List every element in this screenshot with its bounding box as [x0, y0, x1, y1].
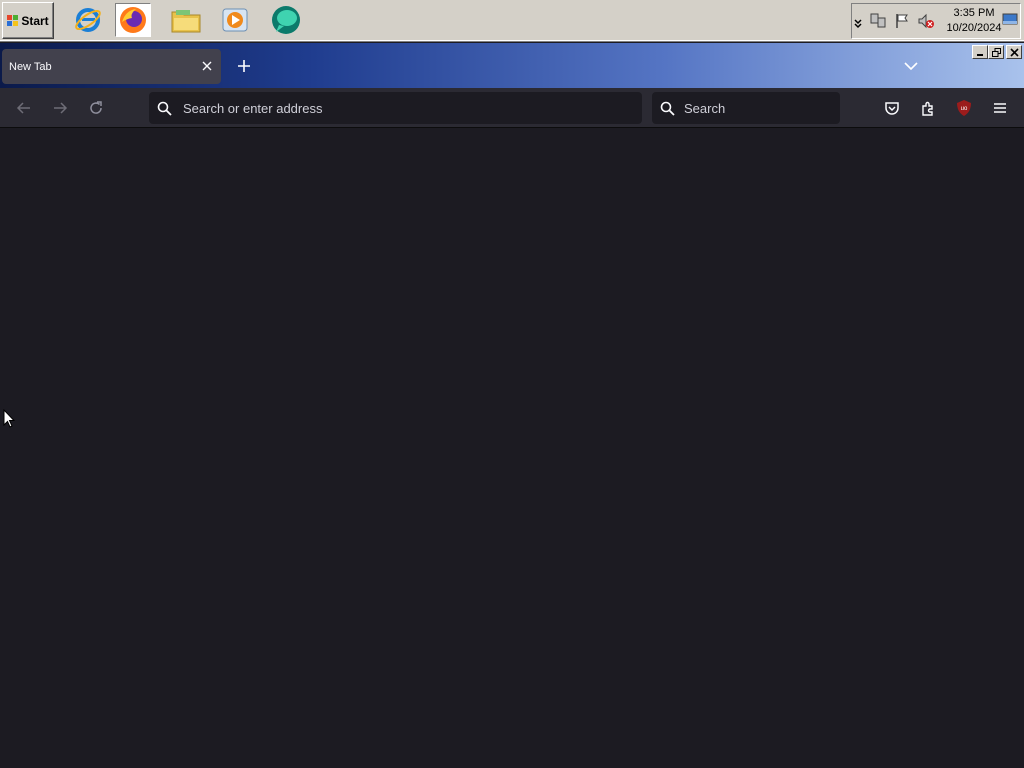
new-tab-button[interactable]	[232, 54, 256, 78]
extensions-button[interactable]	[916, 96, 940, 120]
clock[interactable]: 3:35 PM 10/20/2024	[944, 6, 1004, 36]
restore-button[interactable]	[988, 45, 1004, 59]
chevron-down-icon[interactable]	[854, 16, 862, 34]
chat-app-icon[interactable]	[268, 3, 304, 37]
restore-icon	[991, 47, 1001, 57]
file-explorer-icon[interactable]	[168, 3, 204, 37]
chevron-down-icon	[904, 62, 918, 71]
address-bar[interactable]	[149, 92, 642, 124]
firefox-icon[interactable]	[115, 3, 151, 37]
mouse-cursor-icon	[3, 409, 15, 428]
navigation-toolbar: uo	[0, 88, 1024, 128]
forward-arrow-icon	[54, 102, 68, 114]
show-desktop-icon[interactable]	[1002, 13, 1018, 32]
close-window-button[interactable]	[1006, 45, 1022, 59]
page-content[interactable]	[0, 129, 1024, 768]
list-all-tabs-button[interactable]	[899, 54, 923, 78]
internet-explorer-icon[interactable]	[70, 3, 106, 37]
minimize-icon	[977, 54, 983, 56]
menu-icon	[994, 103, 1006, 113]
start-label: Start	[21, 13, 49, 28]
start-button[interactable]: Start	[2, 2, 54, 39]
tab-new-tab[interactable]: New Tab	[2, 49, 221, 84]
clock-time: 3:35 PM	[953, 7, 995, 19]
pocket-button[interactable]	[880, 96, 904, 120]
tab-label: New Tab	[9, 60, 52, 73]
windows-logo-icon	[7, 14, 19, 27]
plus-icon	[238, 60, 250, 72]
taskbar: Start 3:35 PM 10/20/2024	[0, 0, 1024, 42]
forward-button[interactable]	[48, 96, 72, 120]
search-bar[interactable]	[652, 92, 840, 124]
minimize-button[interactable]	[972, 45, 988, 59]
pocket-icon	[885, 102, 899, 115]
search-icon	[157, 101, 172, 116]
extensions-icon	[922, 101, 933, 116]
media-player-icon[interactable]	[217, 3, 253, 37]
reload-icon	[90, 101, 102, 114]
address-input[interactable]	[181, 99, 601, 117]
back-button[interactable]	[12, 96, 36, 120]
close-tab-icon[interactable]	[199, 58, 215, 74]
back-arrow-icon	[16, 102, 30, 114]
network-icon[interactable]	[870, 13, 886, 34]
ublock-origin-button[interactable]: uo	[952, 96, 976, 120]
reload-button[interactable]	[84, 96, 108, 120]
ublock-origin-icon: uo	[957, 100, 971, 116]
volume-muted-icon[interactable]	[918, 13, 934, 34]
close-icon	[1009, 47, 1019, 57]
search-input[interactable]	[682, 99, 822, 117]
system-tray: 3:35 PM 10/20/2024	[851, 3, 1021, 39]
clock-date: 10/20/2024	[946, 22, 1002, 34]
tab-strip: New Tab	[0, 43, 1024, 88]
ublock-badge: uo	[961, 106, 968, 112]
app-menu-button[interactable]	[988, 96, 1012, 120]
search-icon	[660, 101, 675, 116]
flag-icon[interactable]	[894, 13, 910, 34]
